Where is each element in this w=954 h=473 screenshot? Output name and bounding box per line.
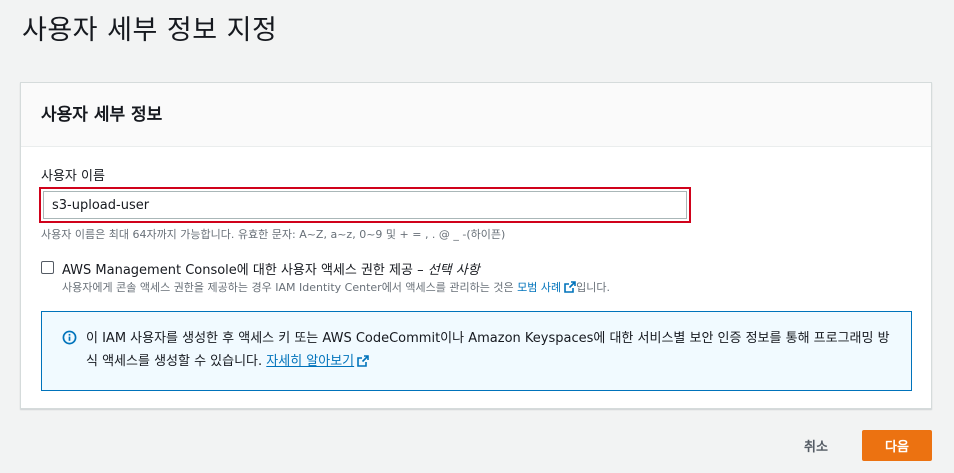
external-link-icon[interactable]	[357, 355, 369, 367]
console-access-description: 사용자에게 콘솔 액세스 권한을 제공하는 경우 IAM Identity Ce…	[62, 279, 610, 295]
best-practice-link-text: 모범 사례	[517, 281, 562, 294]
optional-tag: 선택 사항	[427, 263, 480, 278]
info-text-body: 이 IAM 사용자를 생성한 후 액세스 키 또는 AWS CodeCommit…	[86, 331, 890, 369]
learn-more-link[interactable]: 자세히 알아보기	[266, 354, 354, 369]
console-access-checkbox[interactable]	[41, 261, 54, 274]
panel-header: 사용자 세부 정보	[21, 83, 931, 147]
page-title: 사용자 세부 정보 지정	[22, 15, 278, 46]
console-access-label-text: AWS Management Console에 대한 사용자 액세스 권한 제공…	[62, 263, 428, 278]
console-access-label[interactable]: AWS Management Console에 대한 사용자 액세스 권한 제공…	[62, 259, 480, 278]
info-icon	[62, 330, 77, 345]
description-prefix: 사용자에게 콘솔 액세스 권한을 제공하는 경우 IAM Identity Ce…	[62, 281, 518, 294]
best-practice-link[interactable]: 모범 사례	[517, 281, 576, 294]
learn-more-link-text: 자세히 알아보기	[266, 354, 355, 369]
next-button[interactable]: 다음	[862, 430, 932, 461]
username-label: 사용자 이름	[41, 169, 105, 184]
username-input[interactable]	[43, 191, 687, 219]
external-link-icon	[564, 281, 576, 293]
username-constraint: 사용자 이름은 최대 64자까지 가능합니다. 유효한 문자: A~Z, a~z…	[41, 228, 506, 241]
panel-title: 사용자 세부 정보	[41, 105, 163, 125]
description-suffix: 입니다.	[576, 281, 610, 294]
info-alert: 이 IAM 사용자를 생성한 후 액세스 키 또는 AWS CodeCommit…	[41, 311, 912, 391]
username-highlight	[39, 187, 691, 223]
cancel-button[interactable]: 취소	[788, 430, 844, 460]
info-text: 이 IAM 사용자를 생성한 후 액세스 키 또는 AWS CodeCommit…	[86, 327, 896, 373]
user-details-panel: 사용자 세부 정보 사용자 이름 사용자 이름은 최대 64자까지 가능합니다.…	[20, 82, 932, 409]
